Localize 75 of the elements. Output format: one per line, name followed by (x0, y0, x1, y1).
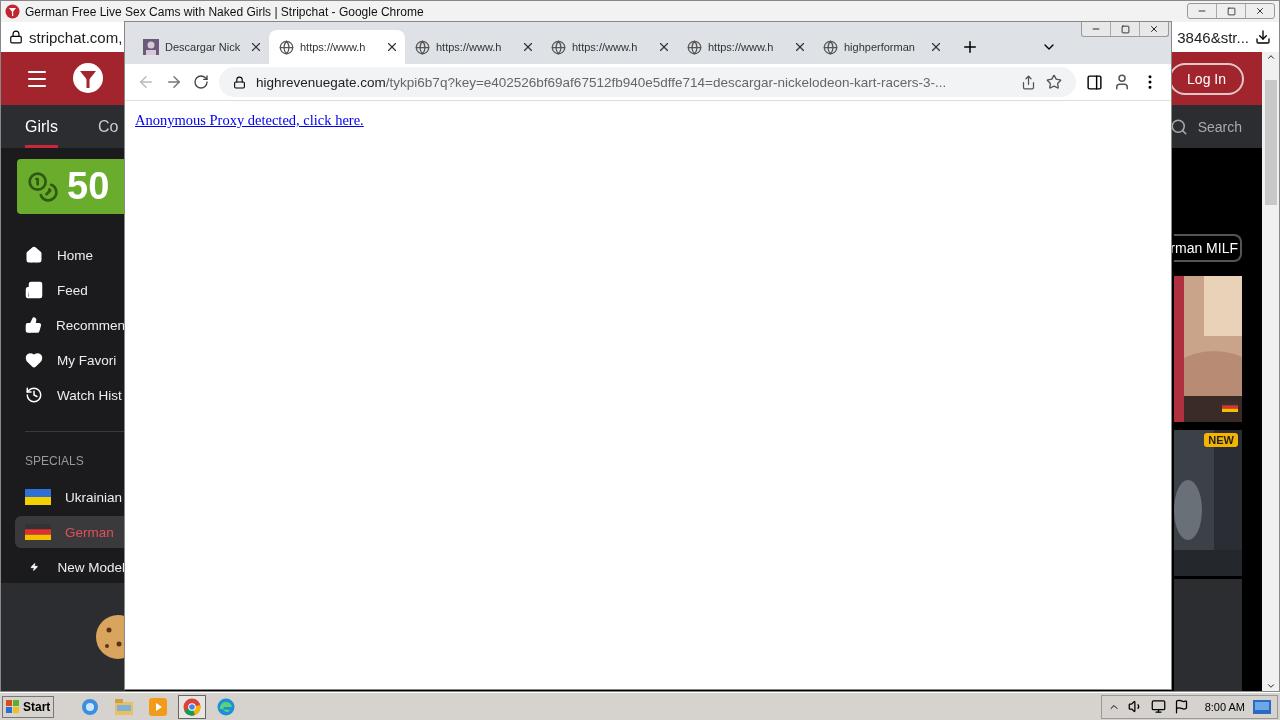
logo-icon (71, 61, 105, 96)
flag-icon (1173, 699, 1189, 714)
browser-tab[interactable]: https://www.h (405, 30, 541, 64)
coins-icon (27, 170, 59, 203)
download-icon (1255, 29, 1271, 45)
side-panel-button[interactable] (1086, 73, 1103, 91)
start-button[interactable]: Start (2, 695, 55, 718)
globe-icon (823, 39, 838, 55)
close-icon (249, 40, 263, 54)
avatar-icon (143, 39, 159, 55)
nav-tab[interactable]: Co (97, 105, 119, 148)
edge-icon (217, 697, 236, 716)
promo-amount: 50 (67, 165, 110, 208)
browser-tab[interactable]: Descargar Nick (133, 30, 269, 64)
share-button[interactable] (1021, 74, 1036, 90)
address-text[interactable]: 3846&str... (1177, 28, 1249, 46)
search-field[interactable]: Search (1197, 118, 1242, 135)
sidebar-item[interactable]: Home (15, 239, 125, 271)
folder-icon (115, 698, 134, 715)
close-icon (657, 40, 671, 54)
browser-tab[interactable]: https://www.h (541, 30, 677, 64)
lock-icon (9, 30, 23, 44)
windows-logo-icon (6, 699, 20, 714)
thumbs-up-icon (25, 316, 42, 334)
reload-button[interactable] (193, 74, 209, 90)
sidebar-item[interactable]: New Model (15, 551, 125, 583)
browser-tab[interactable]: https://www.h (677, 30, 813, 64)
search-icon (1169, 117, 1188, 136)
window-title: German Free Live Sex Cams with Naked Girls | Stripchat - Google Chrome (25, 4, 425, 19)
logo-icon (5, 4, 20, 19)
close-icon (793, 40, 807, 54)
profile-button[interactable] (1113, 73, 1131, 91)
proxy-link[interactable]: Anonymous Proxy detected, click here. (135, 112, 364, 128)
new-badge: NEW (1204, 433, 1238, 447)
home-icon (25, 246, 43, 264)
sidebar-item[interactable]: Watch Hist (15, 379, 125, 411)
media-player-icon (149, 697, 168, 716)
clock: 8:00 AM (1204, 700, 1245, 713)
sidebar-item[interactable]: Ukrainian (15, 481, 125, 513)
heart-icon (25, 351, 43, 369)
globe-icon (551, 39, 566, 55)
restore-icon (1120, 24, 1130, 34)
forward-button[interactable] (165, 73, 183, 91)
network-icon (1150, 699, 1166, 714)
globe-icon (687, 39, 702, 55)
flag-icon (25, 489, 51, 505)
close-icon (1149, 24, 1159, 34)
new-tab-button[interactable] (961, 38, 979, 56)
scroll-thumb[interactable] (1264, 80, 1277, 205)
browser-tab[interactable]: highperforman (813, 30, 949, 64)
section-heading: SPECIALS (25, 454, 85, 468)
bookmark-button[interactable] (1046, 74, 1062, 90)
show-desktop-icon (1253, 699, 1271, 714)
sidebar-item[interactable]: Recommen (15, 309, 125, 341)
restore-icon (1226, 6, 1236, 16)
globe-icon (279, 39, 294, 55)
flag-icon (25, 524, 51, 540)
cookie-icon (95, 614, 125, 660)
newspaper-icon (25, 281, 43, 299)
sidebar-item[interactable]: Feed (15, 274, 125, 306)
scrollbar[interactable] (1262, 52, 1279, 691)
sidebar-item[interactable]: My Favori (15, 344, 125, 376)
close-icon (929, 40, 943, 54)
close-icon (1255, 6, 1265, 16)
lock-icon (233, 75, 246, 89)
history-icon (25, 386, 43, 404)
scroll-up-icon (1265, 52, 1276, 62)
globe-icon (415, 39, 430, 55)
browser-tab[interactable]: https://www.h (269, 30, 405, 64)
address-text[interactable]: stripchat.com, (29, 28, 123, 46)
close-icon (385, 40, 399, 54)
scroll-down-icon (1265, 681, 1276, 691)
close-icon (521, 40, 535, 54)
taskbar-app[interactable] (178, 694, 207, 719)
chrome-icon (183, 697, 202, 716)
